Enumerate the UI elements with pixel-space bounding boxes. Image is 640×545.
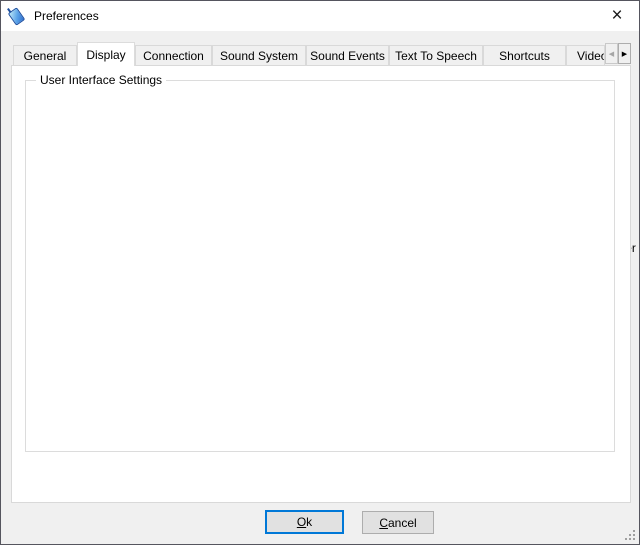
tab-label: Display <box>86 48 125 62</box>
tab-display[interactable]: Display <box>77 42 135 66</box>
tab-general[interactable]: General <box>13 45 77 65</box>
tab-scroll-right-icon[interactable]: ▶ <box>618 43 631 64</box>
preferences-dialog: Preferences × General Display Connection… <box>0 0 640 545</box>
tab-label: Text To Speech <box>395 49 477 63</box>
tab-label: Shortcuts <box>499 49 550 63</box>
tab-video[interactable]: Video <box>566 45 605 65</box>
app-icon <box>8 7 26 26</box>
tab-label: Video <box>577 49 605 63</box>
ok-button-label: Ok <box>297 515 312 529</box>
tab-sound-system[interactable]: Sound System <box>212 45 306 65</box>
tab-scroll-left-icon[interactable]: ◀ <box>605 43 618 64</box>
tab-text-to-speech[interactable]: Text To Speech <box>389 45 483 65</box>
tab-label: General <box>24 49 67 63</box>
titlebar: Preferences × <box>1 1 639 31</box>
window-title: Preferences <box>34 9 99 23</box>
tab-label: Sound Events <box>310 49 385 63</box>
cancel-button-label: Cancel <box>379 516 416 530</box>
tab-label: Sound System <box>220 49 298 63</box>
group-title: User Interface Settings <box>36 73 166 87</box>
cancel-button[interactable]: Cancel <box>362 511 434 534</box>
tab-connection[interactable]: Connection <box>135 45 212 65</box>
tab-sound-events[interactable]: Sound Events <box>306 45 389 65</box>
tab-label: Connection <box>143 49 204 63</box>
user-interface-settings-group: User Interface Settings <box>25 80 615 452</box>
tab-shortcuts[interactable]: Shortcuts <box>483 45 566 65</box>
close-icon[interactable]: × <box>601 1 633 31</box>
ok-button[interactable]: Ok <box>265 510 344 534</box>
display-tab-page: User Interface Settings <box>11 65 631 503</box>
resize-grip[interactable] <box>633 538 635 540</box>
